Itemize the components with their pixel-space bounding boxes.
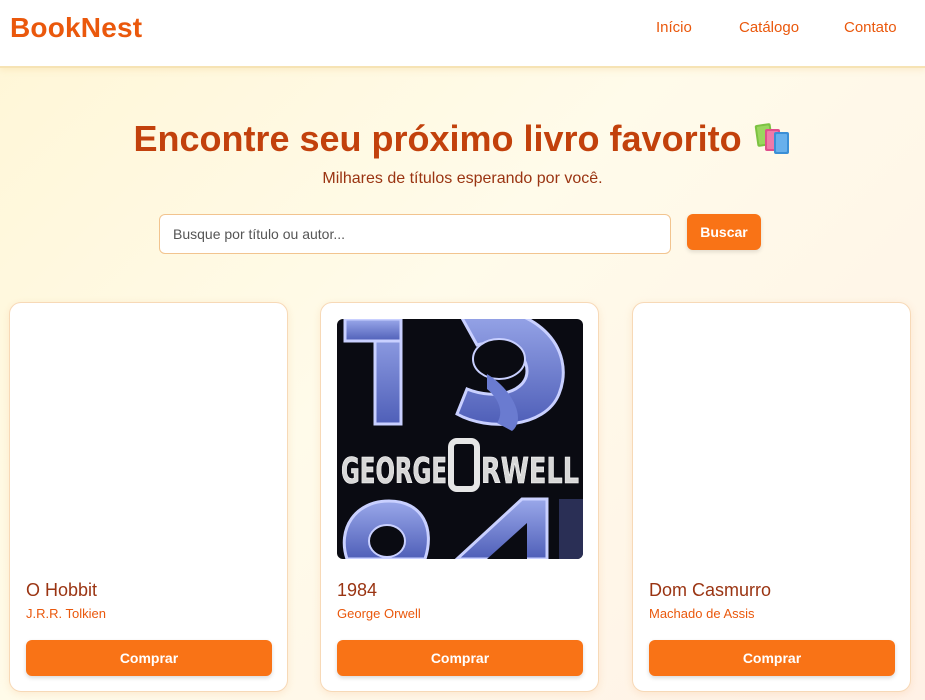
book-title: Dom Casmurro [649, 580, 772, 600]
search-input[interactable] [159, 214, 671, 254]
book-cover-image[interactable]: GEORGE RWELL [337, 319, 583, 559]
brand-logo[interactable]: BookNest [10, 12, 142, 44]
svg-text:GEORGE: GEORGE [341, 451, 447, 492]
nav-link-inicio[interactable]: Início [656, 19, 692, 36]
book-title: O Hobbit [26, 580, 98, 600]
book-author: Machado de Assis [649, 606, 755, 621]
book-cover-image[interactable] [26, 319, 272, 559]
books-icon [754, 121, 792, 164]
book-card: Dom Casmurro Machado de Assis Comprar [632, 302, 911, 692]
buy-button[interactable]: Comprar [337, 640, 583, 676]
hero-title: Encontre seu próximo livro favorito [0, 118, 925, 164]
hero-title-text: Encontre seu próximo livro favorito [133, 118, 742, 159]
svg-text:RWELL: RWELL [481, 451, 579, 492]
book-author: J.R.R. Tolkien [26, 606, 106, 621]
book-card: GEORGE RWELL 1984 George Orwell Comprar [320, 302, 599, 692]
book-author: George Orwell [337, 606, 421, 621]
search-button[interactable]: Buscar [687, 214, 761, 250]
book-card: O Hobbit J.R.R. Tolkien Comprar [9, 302, 288, 692]
book-title: 1984 [337, 580, 378, 600]
site-header: BookNest Início Catálogo Contato [0, 0, 925, 68]
hero-subtitle: Milhares de títulos esperando por você. [322, 170, 603, 187]
buy-button[interactable]: Comprar [26, 640, 272, 676]
book-cover-image[interactable] [649, 319, 895, 559]
nav-link-catalogo[interactable]: Catálogo [739, 19, 799, 36]
buy-button[interactable]: Comprar [649, 640, 895, 676]
nav-link-contato[interactable]: Contato [844, 19, 897, 36]
